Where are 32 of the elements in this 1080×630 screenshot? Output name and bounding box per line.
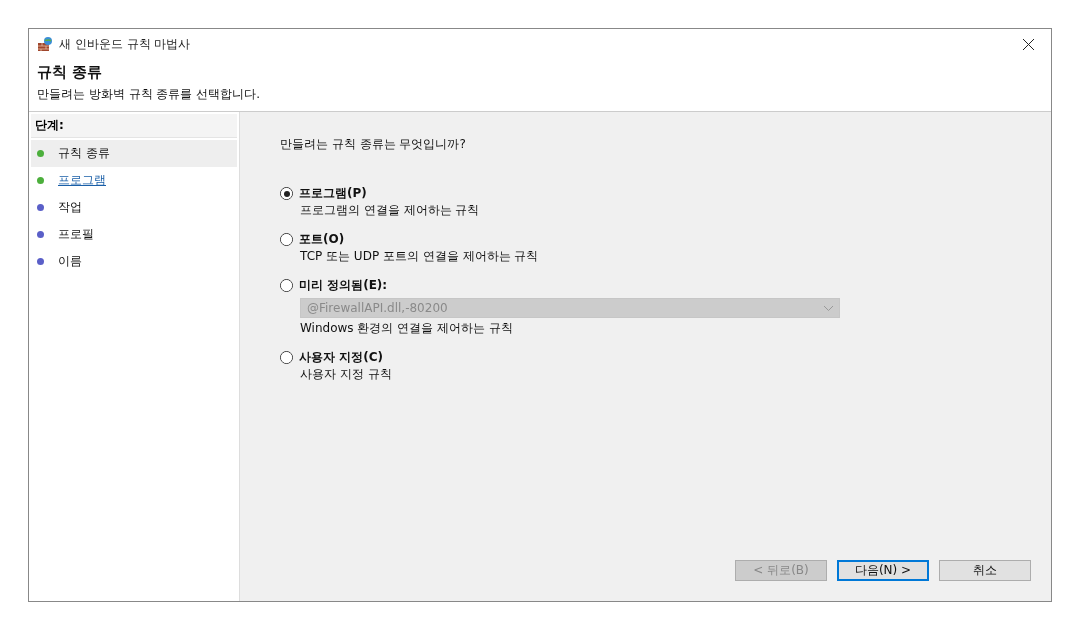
page-title: 규칙 종류	[37, 63, 104, 82]
option-label: 사용자 지정(C)	[299, 349, 383, 366]
step-item[interactable]: 이름	[31, 248, 237, 275]
option-description: 프로그램의 연결을 제어하는 규칙	[300, 202, 481, 219]
step-label: 규칙 종류	[58, 145, 110, 162]
option-label: 미리 정의됨(E):	[299, 277, 388, 294]
option-description: 사용자 지정 규칙	[300, 366, 393, 383]
step-label: 작업	[58, 199, 82, 216]
wizard-button[interactable]: 취소	[939, 560, 1031, 581]
steps-heading: 단계:	[31, 114, 237, 138]
step-label: 이름	[58, 253, 82, 270]
step-item[interactable]: 작업	[31, 194, 237, 221]
step-item[interactable]: 프로그램	[31, 167, 237, 194]
close-icon	[1022, 38, 1034, 50]
question-text: 만들려는 규칙 종류는 무엇입니까?	[280, 136, 467, 153]
page-subtitle: 만들려는 방화벽 규칙 종류를 선택합니다.	[37, 86, 262, 103]
option-description: Windows 환경의 연결을 제어하는 규칙	[300, 320, 514, 337]
radio-button[interactable]	[280, 187, 293, 200]
option-label: 포트(O)	[299, 231, 345, 248]
window-title: 새 인바운드 규칙 마법사	[59, 35, 192, 53]
radio-button[interactable]	[280, 351, 293, 364]
step-label: 프로그램	[58, 172, 106, 189]
option-label: 프로그램(P)	[299, 185, 367, 202]
radio-button[interactable]	[280, 279, 293, 292]
step-item[interactable]: 프로필	[31, 221, 237, 248]
wizard-button[interactable]: 다음(N) >	[837, 560, 929, 581]
option-description: TCP 또는 UDP 포트의 연결을 제어하는 규칙	[300, 248, 540, 265]
step-item[interactable]: 규칙 종류	[31, 140, 237, 167]
firewall-icon	[37, 36, 53, 52]
step-label: 프로필	[58, 226, 94, 243]
chevron-down-icon	[824, 305, 833, 311]
radio-button[interactable]	[280, 233, 293, 246]
